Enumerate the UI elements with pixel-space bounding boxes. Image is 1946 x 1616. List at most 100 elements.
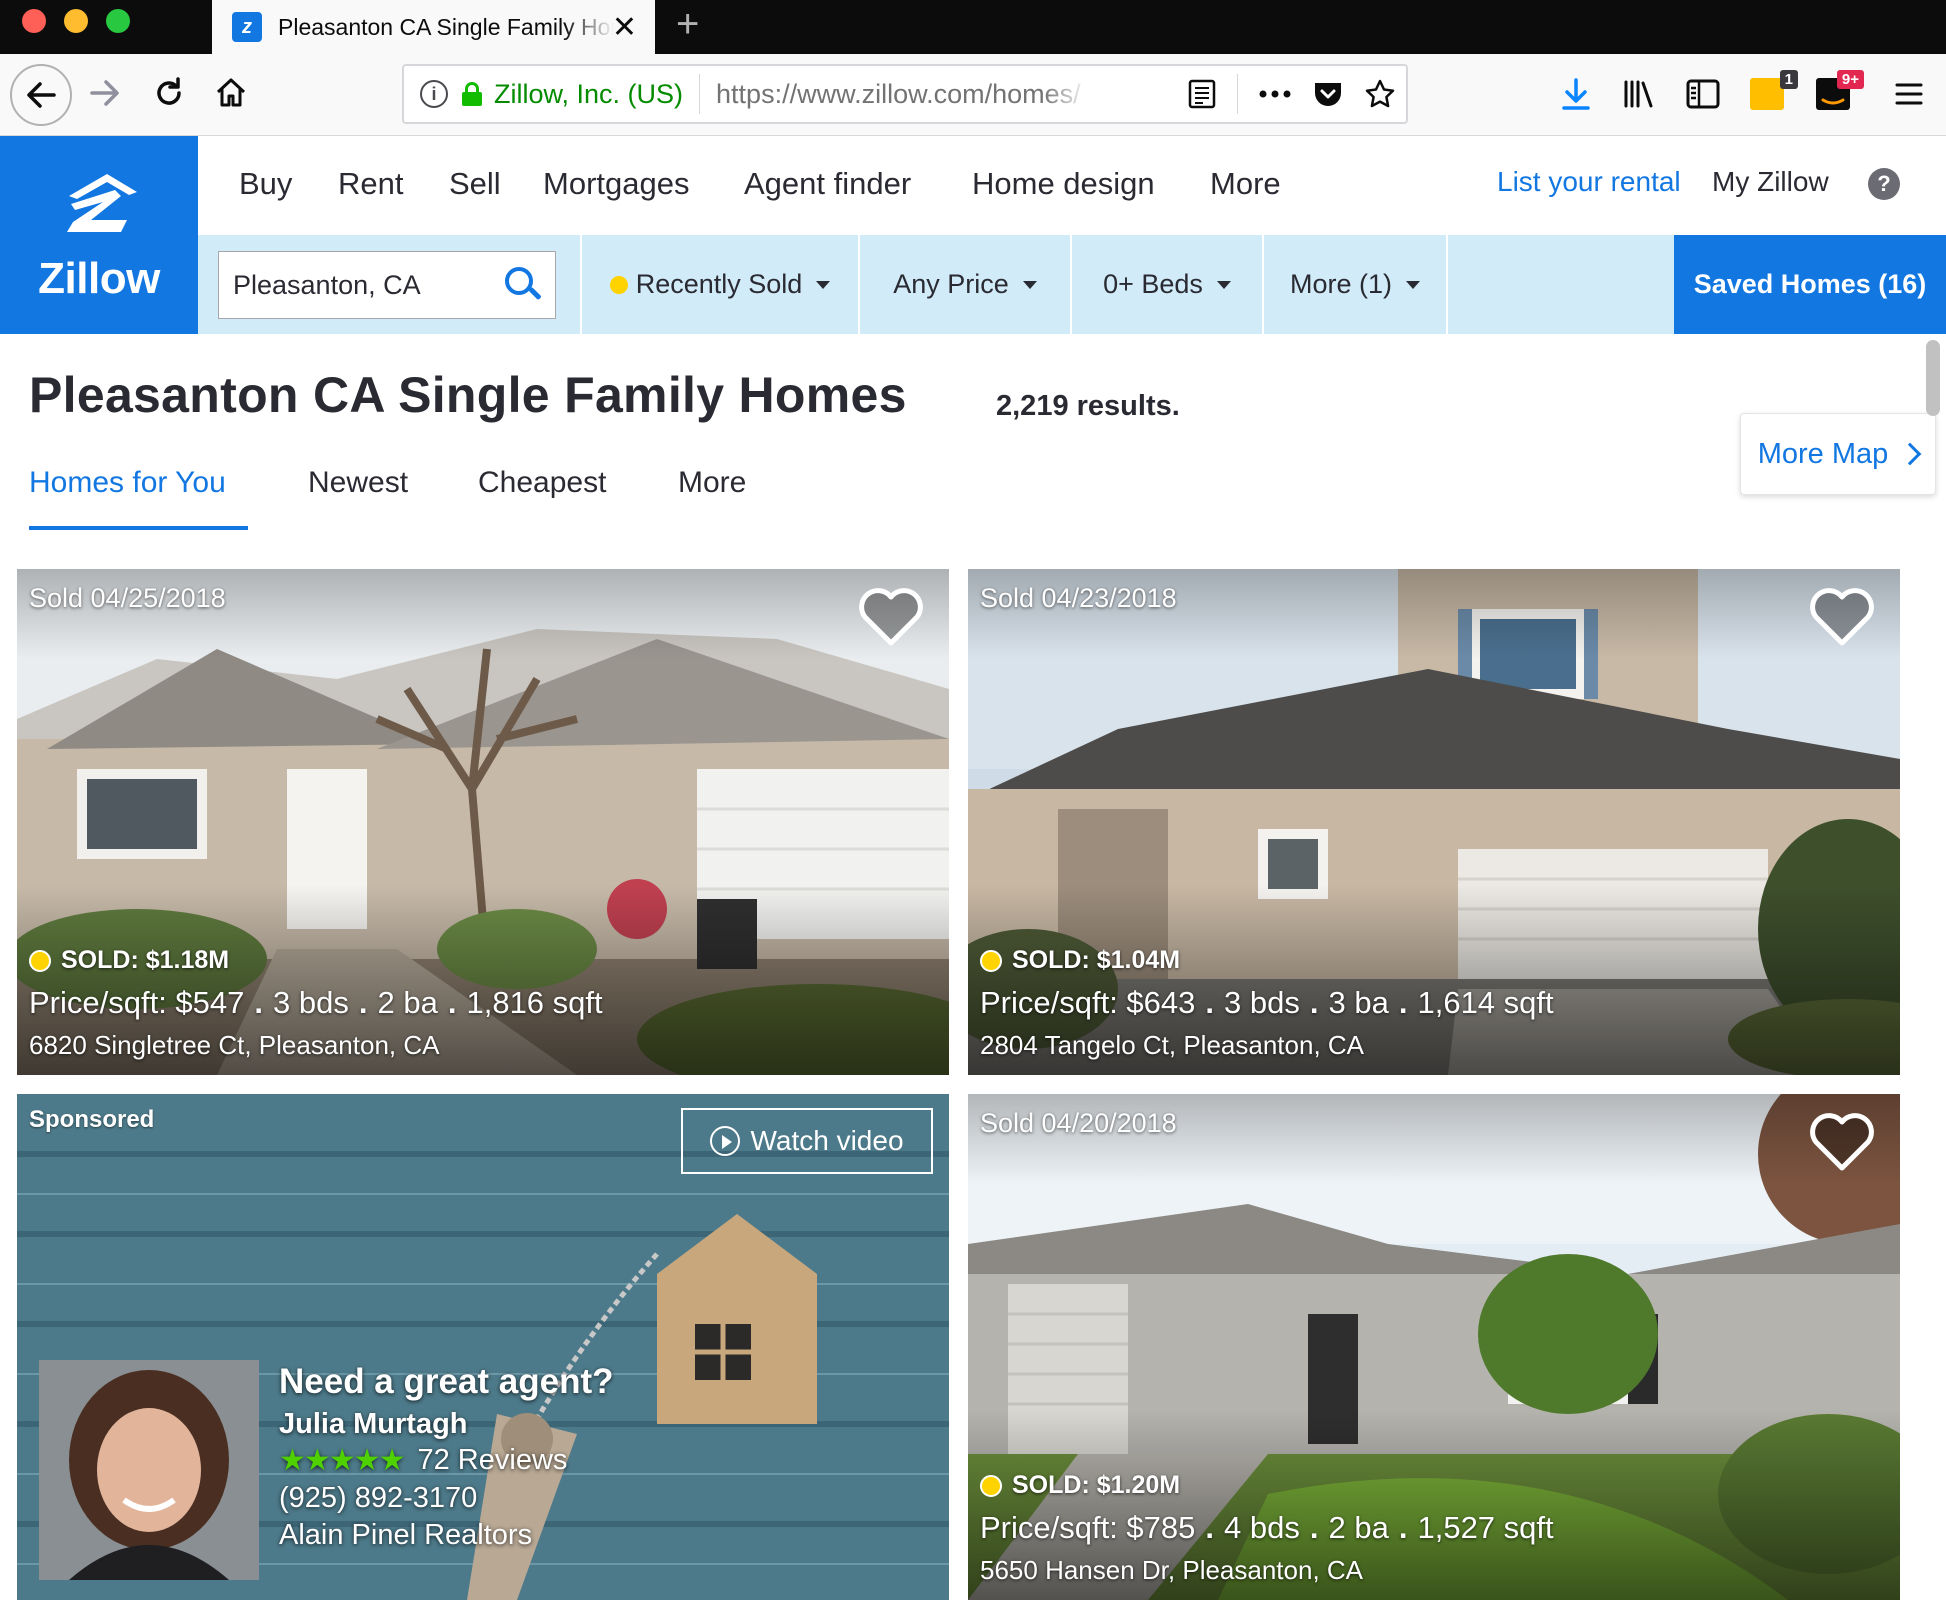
- tab-cheapest[interactable]: Cheapest: [478, 466, 606, 500]
- results-count: 2,219 results.: [996, 390, 1180, 422]
- main-navigation: Buy Rent Sell Mortgages Agent finder Hom…: [198, 136, 1946, 235]
- sold-price: SOLD: $1.04M: [980, 946, 1180, 975]
- sold-price: SOLD: $1.18M: [29, 946, 229, 975]
- beds-filter-label: 0+ Beds: [1103, 269, 1203, 299]
- favorite-heart-icon[interactable]: [1806, 581, 1878, 653]
- back-arrow-icon: [27, 82, 56, 108]
- agent-portrait: [39, 1360, 259, 1580]
- tab-close-icon[interactable]: ✕: [612, 10, 637, 45]
- agent-info: Need a great agent? Julia Murtagh ★★★★★ …: [279, 1362, 614, 1552]
- beds-filter-dropdown[interactable]: 0+ Beds: [1070, 235, 1262, 334]
- hamburger-menu-icon: [1895, 83, 1923, 105]
- sold-price-text: SOLD: $1.20M: [1012, 1471, 1181, 1499]
- favorite-heart-icon[interactable]: [855, 581, 927, 653]
- zillow-logo[interactable]: Zillow: [0, 136, 198, 334]
- home-icon: [216, 78, 246, 107]
- sold-date: Sold 04/23/2018: [980, 583, 1177, 613]
- watch-video-button[interactable]: Watch video: [681, 1108, 933, 1174]
- tab-homes-for-you[interactable]: Homes for You: [29, 466, 226, 500]
- search-value[interactable]: Pleasanton, CA: [233, 270, 503, 301]
- listing-address[interactable]: 2804 Tangelo Ct, Pleasanton, CA: [980, 1030, 1364, 1061]
- chevron-down-icon: [1406, 280, 1420, 289]
- list-your-rental-link[interactable]: List your rental: [1497, 166, 1681, 198]
- help-icon[interactable]: ?: [1868, 168, 1900, 200]
- sold-price-text: SOLD: $1.04M: [1012, 946, 1181, 974]
- agent-avatar[interactable]: [39, 1360, 259, 1580]
- url-bar[interactable]: i Zillow, Inc. (US) https://www.zillow.c…: [402, 64, 1408, 124]
- sold-date: Sold 04/20/2018: [980, 1108, 1177, 1138]
- sidebar-button[interactable]: [1686, 72, 1720, 116]
- home-button[interactable]: [206, 68, 256, 118]
- downloads-button[interactable]: [1560, 72, 1592, 116]
- nav-rent[interactable]: Rent: [338, 166, 403, 202]
- baths: 2 ba: [377, 985, 438, 1020]
- status-filter-dropdown[interactable]: Recently Sold: [580, 235, 858, 334]
- window-close-button[interactable]: [22, 9, 46, 33]
- price-per-sqft: Price/sqft: $785: [980, 1510, 1196, 1545]
- page-actions-icon[interactable]: [1258, 89, 1292, 99]
- listing-card[interactable]: Sold 04/20/2018 SOLD: $1.20M Price/sqft:…: [968, 1094, 1900, 1600]
- page-title: Pleasanton CA Single Family Homes: [29, 367, 907, 423]
- review-count[interactable]: 72 Reviews: [417, 1444, 567, 1477]
- url-organization: Zillow, Inc. (US): [494, 78, 684, 109]
- search-icon[interactable]: [503, 265, 543, 305]
- listing-facts: Price/sqft: $643. 3 bds. 3 ba. 1,614 sqft: [980, 985, 1554, 1020]
- pocket-icon[interactable]: [1312, 78, 1344, 110]
- reader-view-icon[interactable]: [1187, 78, 1217, 110]
- price-filter-dropdown[interactable]: Any Price: [858, 235, 1070, 334]
- sidebar-icon: [1686, 79, 1720, 109]
- new-tab-button[interactable]: +: [676, 2, 699, 47]
- agent-headline: Need a great agent?: [279, 1362, 614, 1401]
- listing-card[interactable]: Sold 04/25/2018 SOLD: $1.18M Price/sqft:…: [17, 569, 949, 1075]
- more-filters-label: More (1): [1289, 269, 1392, 299]
- menu-button[interactable]: [1894, 72, 1924, 116]
- window-minimize-button[interactable]: [64, 9, 88, 33]
- listing-address[interactable]: 6820 Singletree Ct, Pleasanton, CA: [29, 1030, 439, 1061]
- price-filter-label: Any Price: [893, 269, 1009, 299]
- agent-phone[interactable]: (925) 892-3170: [279, 1482, 614, 1515]
- forward-button[interactable]: [80, 68, 130, 118]
- my-zillow-link[interactable]: My Zillow: [1712, 166, 1829, 198]
- reload-button[interactable]: [144, 68, 194, 118]
- listing-card[interactable]: Sold 04/23/2018 SOLD: $1.04M Price/sqft:…: [968, 569, 1900, 1075]
- download-icon: [1562, 78, 1590, 110]
- status-filter-label: Recently Sold: [635, 269, 803, 299]
- nav-more[interactable]: More: [1210, 166, 1281, 202]
- scrollbar-thumb[interactable]: [1926, 340, 1940, 416]
- agent-company: Alain Pinel Realtors: [279, 1519, 533, 1551]
- tab-newest[interactable]: Newest: [308, 466, 408, 500]
- bookmark-star-icon[interactable]: [1364, 78, 1396, 110]
- active-tab-indicator: [29, 526, 248, 530]
- saved-homes-button[interactable]: Saved Homes (16): [1674, 235, 1946, 334]
- tab-more[interactable]: More: [678, 466, 746, 500]
- window-zoom-button[interactable]: [106, 9, 130, 33]
- sold-price: SOLD: $1.20M: [980, 1471, 1180, 1500]
- amazon-extension-icon: 9+: [1816, 70, 1864, 110]
- nav-home-design[interactable]: Home design: [972, 166, 1155, 202]
- location-search-input[interactable]: Pleasanton, CA: [218, 251, 556, 319]
- sponsored-label: Sponsored: [29, 1106, 155, 1133]
- nav-agent-finder[interactable]: Agent finder: [744, 166, 911, 202]
- more-filters-dropdown[interactable]: More (1): [1262, 235, 1448, 334]
- browser-tab-active[interactable]: z Pleasanton CA Single Family Homes For …: [212, 0, 655, 54]
- listing-address[interactable]: 5650 Hansen Dr, Pleasanton, CA: [980, 1555, 1363, 1586]
- sponsored-agent-card[interactable]: Sponsored Watch video Need a great agent…: [17, 1094, 949, 1600]
- site-info-icon[interactable]: i: [420, 80, 448, 108]
- lock-icon: [462, 82, 482, 106]
- nav-mortgages[interactable]: Mortgages: [543, 166, 689, 202]
- notes-extension-button[interactable]: 1: [1750, 70, 1798, 116]
- amazon-extension-button[interactable]: 9+: [1816, 70, 1864, 116]
- nav-sell[interactable]: Sell: [449, 166, 501, 202]
- more-map-button[interactable]: More Map: [1740, 413, 1936, 495]
- back-button[interactable]: [10, 64, 72, 126]
- library-button[interactable]: [1622, 72, 1656, 116]
- sold-price-text: SOLD: $1.18M: [61, 946, 230, 974]
- agent-name[interactable]: Julia Murtagh: [279, 1408, 614, 1441]
- url-text[interactable]: https://www.zillow.com/homes/: [716, 79, 1088, 110]
- tab-title: Pleasanton CA Single Family Homes For Sa…: [278, 13, 614, 40]
- forward-arrow-icon: [90, 80, 119, 106]
- nav-buy[interactable]: Buy: [239, 166, 292, 202]
- favorite-heart-icon[interactable]: [1806, 1106, 1878, 1178]
- library-icon: [1624, 80, 1653, 108]
- agent-rating: ★★★★★ 72 Reviews: [279, 1443, 614, 1478]
